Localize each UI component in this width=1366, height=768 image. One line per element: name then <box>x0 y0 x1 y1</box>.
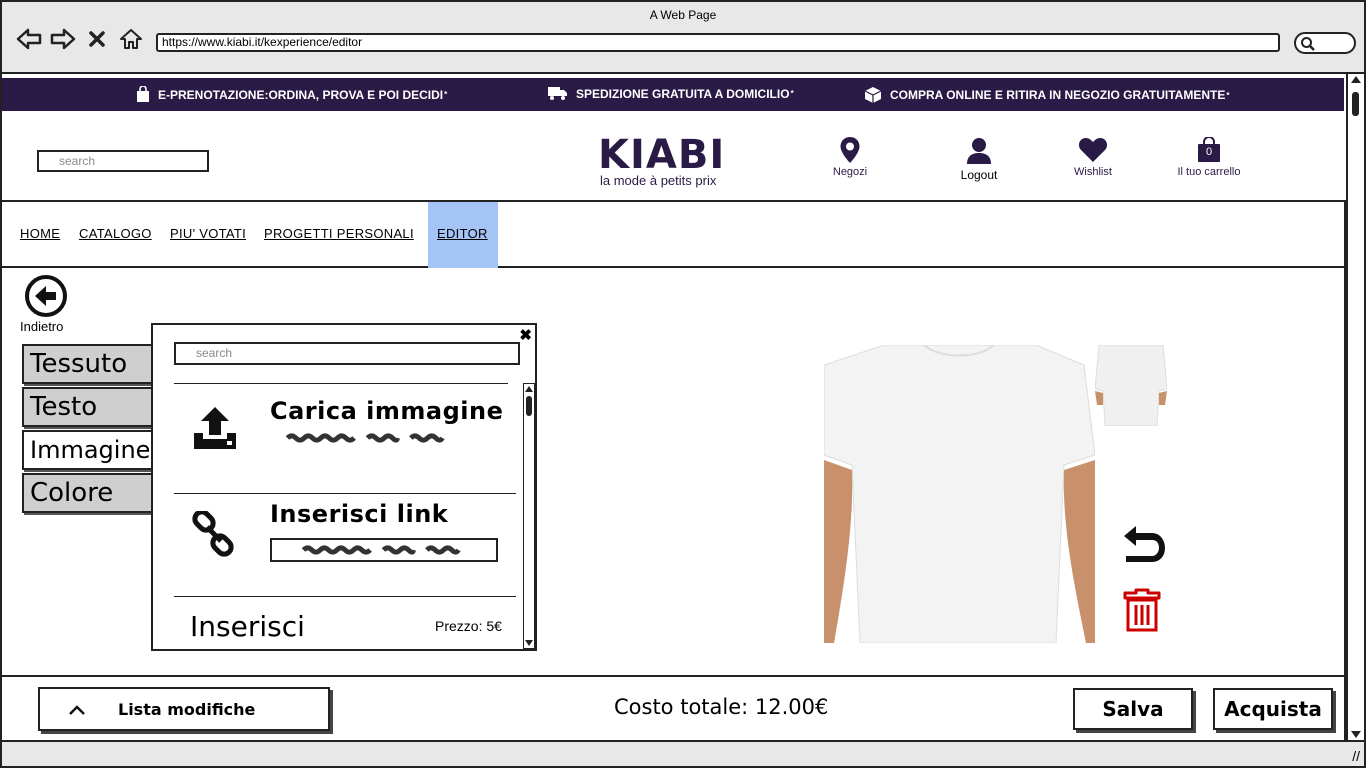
close-icon[interactable] <box>84 26 110 52</box>
nav-top-rated[interactable]: PIU' VOTATI <box>170 226 246 241</box>
page-scrollbar[interactable] <box>1346 74 1364 742</box>
promo-label: E-PRENOTAZIONE:ORDINA, PROVA E POI DECID… <box>158 87 444 102</box>
price-label: Prezzo: 5€ <box>435 618 502 634</box>
promo-label: SPEDIZIONE GRATUITA A DOMICILIO <box>576 86 790 101</box>
promo-label: COMPRA ONLINE E RITIRA IN NEGOZIO GRATUI… <box>890 88 1226 102</box>
site-header: search KIABI la mode à petits prix Negoz… <box>2 112 1344 200</box>
heart-icon <box>1078 138 1108 162</box>
promo-asterisk: * <box>790 89 794 98</box>
logout-link[interactable]: Logout <box>924 134 1034 182</box>
tshirt-preview[interactable] <box>824 345 1095 643</box>
stores-link[interactable]: Negozi <box>795 134 905 178</box>
trash-icon[interactable] <box>1122 588 1162 632</box>
image-panel: ✖ search Carica immagine Inserisci link … <box>151 323 537 651</box>
promo-item-pickup: COMPRA ONLINE E RITIRA IN NEGOZIO GRATUI… <box>864 86 1229 104</box>
home-icon[interactable] <box>118 26 144 52</box>
tab-image[interactable]: Immagine <box>22 430 154 470</box>
tab-fabric[interactable]: Tessuto <box>22 344 154 384</box>
undo-icon[interactable] <box>1122 520 1166 564</box>
placeholder-text-scribble <box>285 433 445 443</box>
buy-button[interactable]: Acquista <box>1213 688 1333 730</box>
browser-nav <box>16 26 144 52</box>
forward-arrow-icon[interactable] <box>50 26 76 52</box>
main-nav: HOME CATALOGO PIU' VOTATI PROGETTI PERSO… <box>2 200 1346 268</box>
kiabi-logo[interactable]: KIABI la mode à petits prix <box>598 132 758 188</box>
user-icon <box>967 138 991 164</box>
promo-banner: E-PRENOTAZIONE:ORDINA, PROVA E POI DECID… <box>2 78 1344 111</box>
truck-icon <box>548 87 567 100</box>
site-search-input[interactable]: search <box>37 150 209 172</box>
divider <box>174 383 508 384</box>
browser-search[interactable] <box>1294 32 1356 54</box>
promo-item-shipping: SPEDIZIONE GRATUITA A DOMICILIO * <box>548 86 794 101</box>
back-arrow-icon[interactable] <box>16 26 42 52</box>
stores-label: Negozi <box>832 166 868 178</box>
browser-window: A Web Page https://www.kiabi.it/kexperie… <box>0 0 1366 768</box>
back-circle-icon <box>25 275 67 317</box>
cart-count: 0 <box>1205 146 1213 158</box>
nav-catalog[interactable]: CATALOGO <box>79 226 152 241</box>
url-bar[interactable]: https://www.kiabi.it/kexperience/editor <box>156 33 1280 52</box>
panel-search-input[interactable]: search <box>174 342 520 365</box>
chevron-up-icon <box>69 705 85 715</box>
tshirt-back-thumbnail[interactable] <box>1095 345 1167 426</box>
total-cost: Costo totale: 12.00€ <box>614 695 829 719</box>
tab-color[interactable]: Colore <box>22 473 154 513</box>
link-input[interactable] <box>270 538 498 562</box>
cart-label: Il tuo carrello <box>1177 166 1241 178</box>
changes-list-label: Lista modifiche <box>118 700 256 719</box>
package-icon <box>864 87 882 103</box>
link-title: Inserisci link <box>270 500 449 528</box>
divider <box>174 596 516 597</box>
cart-link[interactable]: 0 Il tuo carrello <box>1154 134 1264 178</box>
placeholder-text-scribble <box>301 545 461 555</box>
upload-title: Carica immagine <box>270 397 504 425</box>
nav-personal-projects[interactable]: PROGETTI PERSONALI <box>264 226 414 241</box>
close-icon[interactable]: ✖ <box>519 326 532 344</box>
resize-grip-icon[interactable]: // <box>1352 748 1360 764</box>
panel-scrollbar[interactable] <box>523 383 535 649</box>
horizontal-scrollbar[interactable]: // <box>2 740 1364 766</box>
nav-home[interactable]: HOME <box>20 226 60 241</box>
insert-button[interactable]: Inserisci <box>190 610 305 643</box>
save-button[interactable]: Salva <box>1073 688 1193 730</box>
upload-icon <box>194 407 236 449</box>
wishlist-label: Wishlist <box>1074 166 1112 178</box>
logo-tagline: la mode à petits prix <box>600 173 717 188</box>
tab-text[interactable]: Testo <box>22 387 154 427</box>
window-title: A Web Page <box>649 8 717 22</box>
promo-asterisk: * <box>1226 90 1230 100</box>
divider <box>174 493 516 494</box>
search-icon <box>1301 37 1315 51</box>
browser-chrome: A Web Page https://www.kiabi.it/kexperie… <box>2 2 1364 74</box>
nav-editor[interactable]: EDITOR <box>437 226 488 241</box>
promo-asterisk: * <box>444 90 448 99</box>
promo-item-booking: E-PRENOTAZIONE:ORDINA, PROVA E POI DECID… <box>136 86 447 103</box>
logo-brand: KIABI <box>598 132 726 178</box>
wishlist-link[interactable]: Wishlist <box>1038 134 1148 178</box>
back-button[interactable] <box>24 274 68 318</box>
changes-list-button[interactable]: Lista modifiche <box>38 687 330 731</box>
logout-label: Logout <box>960 168 998 182</box>
map-pin-icon <box>840 137 860 163</box>
shopping-bag-icon <box>137 86 149 102</box>
chain-link-icon <box>192 511 234 557</box>
back-label: Indietro <box>20 319 64 334</box>
